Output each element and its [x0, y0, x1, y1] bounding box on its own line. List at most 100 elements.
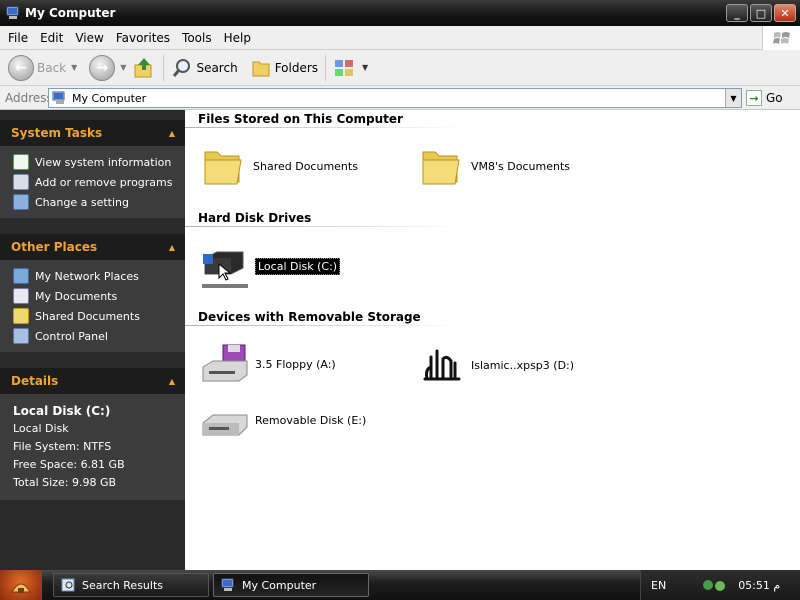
- maximize-button[interactable]: □: [750, 4, 772, 22]
- group-divider: [185, 226, 465, 227]
- menu-bar: File Edit View Favorites Tools Help: [0, 26, 800, 50]
- taskbar-button-my-computer[interactable]: My Computer: [213, 573, 369, 597]
- item-label: VM8's Documents: [471, 159, 570, 173]
- views-dropdown-icon[interactable]: ▼: [362, 63, 368, 72]
- address-bar: Address My Computer ▼ → Go: [0, 86, 800, 110]
- details-panel: Details ▲ Local Disk (C:) Local Disk Fil…: [0, 368, 185, 500]
- up-folder-icon: [134, 57, 152, 77]
- clock[interactable]: 05:51 م: [738, 579, 780, 592]
- menu-edit[interactable]: Edit: [34, 31, 69, 45]
- item-removable-disk-e[interactable]: Removable Disk (E:): [199, 397, 366, 443]
- start-button[interactable]: [0, 570, 42, 600]
- views-button[interactable]: ▼: [330, 53, 371, 83]
- system-tasks-header[interactable]: System Tasks ▲: [0, 120, 185, 146]
- group-header-files-stored: Files Stored on This Computer: [198, 112, 403, 126]
- toolbar: ← Back ▼ → ▼ Search Folders ▼: [0, 50, 800, 86]
- menu-file[interactable]: File: [0, 31, 34, 45]
- address-dropdown-icon[interactable]: ▼: [725, 89, 741, 107]
- forward-arrow-icon: →: [89, 54, 116, 81]
- title-bar[interactable]: My Computer _ □ ✕: [0, 0, 800, 26]
- my-computer-icon: [6, 6, 19, 19]
- group-divider: [185, 325, 465, 326]
- item-local-disk-c[interactable]: Local Disk (C:): [199, 242, 341, 290]
- start-icon: [10, 583, 31, 593]
- place-label: My Network Places: [35, 269, 139, 283]
- forward-button[interactable]: → ▼: [86, 53, 129, 83]
- close-button[interactable]: ✕: [774, 4, 796, 22]
- collapse-chevron-icon[interactable]: ▲: [169, 377, 175, 386]
- control-panel-icon: [13, 328, 29, 344]
- back-label: Back: [37, 60, 67, 75]
- details-file-system: File System: NTFS: [13, 440, 112, 453]
- go-label: Go: [766, 91, 783, 105]
- shared-documents-folder-icon: [13, 308, 29, 324]
- group-header-removable-storage: Devices with Removable Storage: [198, 310, 421, 324]
- my-computer-icon: [221, 578, 234, 591]
- task-change-setting[interactable]: Change a setting: [13, 192, 185, 212]
- hard-disk-icon: [202, 251, 248, 288]
- item-label-selected: Local Disk (C:): [255, 257, 341, 275]
- back-dropdown-icon[interactable]: ▼: [71, 63, 77, 72]
- details-header[interactable]: Details ▲: [0, 368, 185, 394]
- system-tray: EN 05:51 م: [640, 570, 800, 600]
- task-pane: System Tasks ▲ View system information A…: [0, 110, 185, 570]
- item-label: Removable Disk (E:): [255, 413, 367, 427]
- collapse-chevron-icon[interactable]: ▲: [169, 129, 175, 138]
- other-places-title: Other Places: [11, 240, 98, 254]
- menu-help[interactable]: Help: [218, 31, 257, 45]
- task-label: Change a setting: [35, 195, 129, 209]
- content-pane: Files Stored on This Computer Shared Doc…: [185, 110, 800, 570]
- collapse-chevron-icon[interactable]: ▲: [169, 243, 175, 252]
- my-documents-icon: [13, 288, 29, 304]
- item-cd-drive-d[interactable]: Islamic..xpsp3 (D:): [417, 341, 574, 389]
- place-control-panel[interactable]: Control Panel: [13, 326, 185, 346]
- item-shared-documents[interactable]: Shared Documents: [199, 142, 358, 190]
- task-add-remove-programs[interactable]: Add or remove programs: [13, 172, 185, 192]
- search-button[interactable]: Search: [168, 53, 240, 83]
- other-places-header[interactable]: Other Places ▲: [0, 234, 185, 260]
- system-tasks-title: System Tasks: [11, 126, 103, 140]
- folder-icon: [204, 151, 242, 185]
- item-vm8-documents[interactable]: VM8's Documents: [417, 142, 570, 190]
- add-remove-programs-icon: [13, 174, 29, 190]
- back-button[interactable]: ← Back ▼: [5, 53, 80, 83]
- address-value: My Computer: [72, 91, 147, 105]
- minimize-button[interactable]: _: [726, 4, 748, 22]
- control-panel-setting-icon: [13, 194, 29, 210]
- folders-label: Folders: [274, 60, 319, 75]
- place-shared-documents[interactable]: Shared Documents: [13, 306, 185, 326]
- group-divider: [185, 127, 465, 128]
- details-type: Local Disk: [13, 422, 69, 435]
- item-floppy-a[interactable]: 3.5 Floppy (A:): [199, 341, 336, 387]
- search-icon: [173, 58, 191, 77]
- up-folder-button[interactable]: [129, 53, 159, 83]
- menu-tools[interactable]: Tools: [176, 31, 218, 45]
- other-places-panel: Other Places ▲ My Network Places My Docu…: [0, 234, 185, 352]
- address-field[interactable]: My Computer ▼: [48, 88, 742, 108]
- folders-button[interactable]: Folders: [247, 53, 321, 83]
- removable-disk-icon: [202, 414, 248, 436]
- folders-icon: [252, 61, 270, 76]
- views-icon: [335, 59, 354, 76]
- go-button[interactable]: → Go: [746, 88, 783, 108]
- task-label: Add or remove programs: [35, 175, 173, 189]
- system-info-icon: [13, 154, 29, 170]
- back-arrow-icon: ←: [8, 54, 34, 81]
- taskbar-button-search-results[interactable]: Search Results: [53, 573, 209, 597]
- menu-view[interactable]: View: [69, 31, 109, 45]
- item-label: 3.5 Floppy (A:): [255, 357, 336, 371]
- place-my-documents[interactable]: My Documents: [13, 286, 185, 306]
- windows-logo-icon: [762, 26, 800, 50]
- forward-dropdown-icon[interactable]: ▼: [120, 63, 126, 72]
- go-arrow-icon: →: [746, 90, 762, 106]
- language-indicator[interactable]: EN: [651, 579, 666, 592]
- menu-favorites[interactable]: Favorites: [110, 31, 176, 45]
- task-view-system-information[interactable]: View system information: [13, 152, 185, 172]
- details-title: Details: [11, 374, 59, 388]
- my-computer-small-icon: [52, 91, 65, 104]
- place-my-network-places[interactable]: My Network Places: [13, 266, 185, 286]
- network-tray-icon[interactable]: [700, 577, 728, 593]
- task-label: View system information: [35, 155, 172, 169]
- details-total-size: Total Size: 9.98 GB: [13, 476, 117, 489]
- place-label: Shared Documents: [35, 309, 140, 323]
